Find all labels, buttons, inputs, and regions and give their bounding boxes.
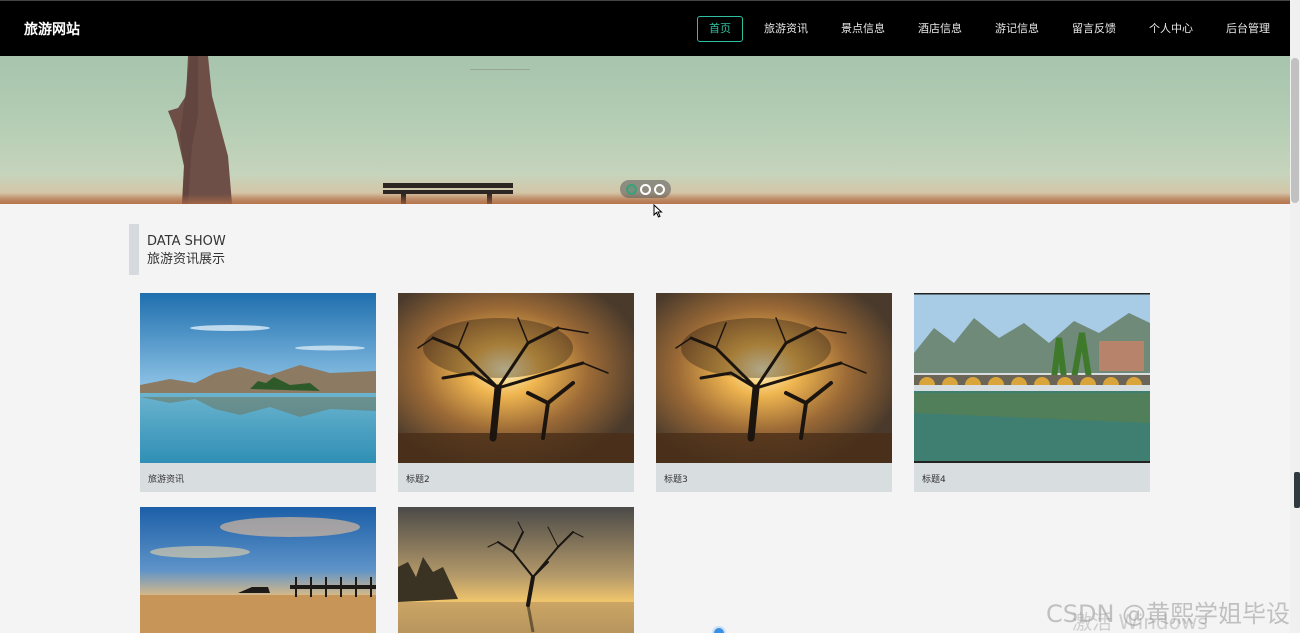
carousel-dot-2[interactable]: [639, 183, 651, 195]
main-nav: 首页 旅游资讯 景点信息 酒店信息 游记信息 留言反馈 个人中心 后台管理: [697, 16, 1291, 42]
banner-carousel[interactable]: [0, 56, 1290, 204]
carousel-dot-3[interactable]: [654, 183, 666, 195]
site-title[interactable]: 旅游网站: [24, 19, 80, 39]
section-title-cn: 旅游资讯展示: [147, 252, 226, 267]
carousel-dot-1[interactable]: [625, 183, 637, 195]
news-card[interactable]: 标题4: [914, 293, 1150, 492]
sunset-tree-photo[interactable]: [656, 293, 892, 463]
nav-item-home[interactable]: 首页: [697, 16, 743, 42]
nav-item-travel-notes[interactable]: 游记信息: [983, 16, 1051, 42]
card-caption[interactable]: 标题3: [656, 463, 892, 494]
page-scrollbar[interactable]: [1290, 0, 1300, 633]
section-heading: DATA SHOW 旅游资讯展示: [129, 224, 226, 275]
card-caption[interactable]: 旅游资讯: [140, 463, 376, 494]
sunset-tree-photo[interactable]: [398, 293, 634, 463]
nav-item-travel-news[interactable]: 旅游资讯: [752, 16, 820, 42]
card-caption[interactable]: 标题2: [398, 463, 634, 494]
top-navbar: 旅游网站 首页 旅游资讯 景点信息 酒店信息 游记信息 留言反馈 个人中心 后台…: [0, 0, 1290, 56]
banner-branch-decoration: [470, 56, 530, 70]
section-title-en: DATA SHOW: [147, 234, 226, 249]
nav-item-hotels[interactable]: 酒店信息: [906, 16, 974, 42]
mouse-cursor-icon: [653, 204, 663, 218]
banner-tree-trunk: [168, 56, 232, 204]
nav-item-admin[interactable]: 后台管理: [1214, 16, 1282, 42]
nav-item-user-center[interactable]: 个人中心: [1137, 16, 1205, 42]
nav-item-attractions[interactable]: 景点信息: [829, 16, 897, 42]
scrollbar-side-marker: [1294, 472, 1300, 508]
lake-mountains-photo[interactable]: [140, 293, 376, 463]
nav-item-feedback[interactable]: 留言反馈: [1060, 16, 1128, 42]
stone-bridge-river-photo[interactable]: [914, 293, 1150, 463]
news-card[interactable]: 标题2: [398, 293, 634, 492]
pier-sunset-photo[interactable]: [140, 507, 376, 633]
csdn-watermark: CSDN @黄熙学姐毕设: [1046, 600, 1291, 628]
scrollbar-thumb[interactable]: [1291, 58, 1299, 203]
lone-tree-lake-photo[interactable]: [398, 507, 634, 633]
card-caption[interactable]: 标题4: [914, 463, 1150, 494]
news-card[interactable]: [398, 507, 634, 633]
news-card[interactable]: [140, 507, 376, 633]
floating-scroll-knob[interactable]: [712, 626, 726, 633]
carousel-indicators: [620, 180, 671, 198]
news-card[interactable]: 旅游资讯: [140, 293, 376, 492]
news-card[interactable]: 标题3: [656, 293, 892, 492]
